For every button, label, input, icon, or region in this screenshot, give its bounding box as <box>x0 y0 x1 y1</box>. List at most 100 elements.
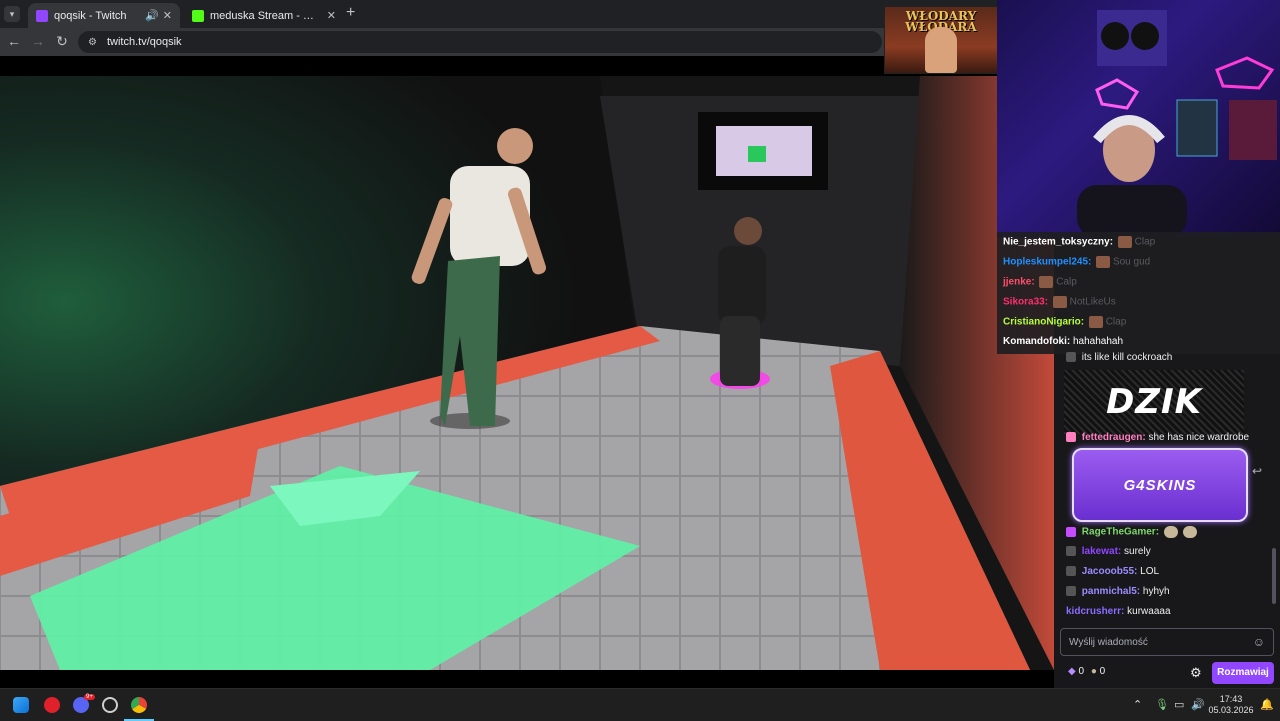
url-text: twitch.tv/qoqsik <box>106 36 182 48</box>
back-arrow-icon[interactable]: ← <box>6 33 22 49</box>
overlay-chat-faded: NotLikeUs <box>1069 296 1116 308</box>
neon-boar-sign <box>1095 78 1140 110</box>
steam-icon[interactable] <box>102 697 118 713</box>
chat-username[interactable]: fettedraugen: <box>1082 432 1146 443</box>
video-letterbox-top <box>0 56 1000 76</box>
url-input[interactable]: ⚙ twitch.tv/qoqsik <box>78 31 882 53</box>
emote-icon <box>1088 316 1103 328</box>
clock[interactable]: 17:43 05.03.2026 <box>1206 694 1256 716</box>
chat-message: hyhyh <box>1142 586 1170 597</box>
user-badge-icon <box>1066 527 1076 537</box>
forward-arrow-icon[interactable]: → <box>30 33 46 49</box>
chat-username[interactable]: lakewat: <box>1082 546 1121 557</box>
video-player[interactable] <box>0 76 1054 670</box>
network-icon[interactable]: ▭ <box>1174 698 1184 711</box>
chat-username[interactable]: RageTheGamer: <box>1082 527 1159 538</box>
person-man-pants <box>440 256 500 426</box>
vinyl-record <box>1101 22 1129 50</box>
chevron-up-icon[interactable]: ⌃ <box>1133 698 1142 711</box>
chat-input[interactable]: Wyślij wiadomość ☺ <box>1060 628 1274 656</box>
chat-username[interactable]: panmichal5: <box>1082 586 1140 597</box>
channel-points-icon: ● <box>1090 666 1097 677</box>
sponsor-banner-text: G4SKINS <box>1123 476 1197 494</box>
tab-twitch[interactable]: qoqsik - Twitch 🔊 ✕ <box>28 3 180 28</box>
overlay-chat-user: Komandofoki: <box>1003 336 1071 347</box>
chat-line: kidcrusherr: kurwaaaa <box>1066 606 1171 617</box>
emote-icon <box>1182 526 1197 538</box>
chat-line: Jacooob55: LOL <box>1066 566 1159 577</box>
person-woman-head <box>734 217 762 245</box>
chat-username[interactable]: kidcrusherr: <box>1066 606 1124 617</box>
overlay-chat-faded: Sou gud <box>1112 256 1151 268</box>
kick-favicon-icon <box>192 9 204 22</box>
speaker-icon[interactable]: 🔊 <box>145 9 159 22</box>
tab-search-button[interactable]: ▾ <box>4 6 20 22</box>
chat-input-placeholder: Wyślij wiadomość <box>1069 636 1148 648</box>
person-woman-pants <box>720 316 760 386</box>
channel-points[interactable]: ◆ 0 ● 0 <box>1068 666 1105 677</box>
site-info-icon[interactable]: ⚙ <box>88 37 97 48</box>
user-badge-icon <box>1066 352 1076 363</box>
chat-send-button[interactable]: Rozmawiaj <box>1212 662 1274 684</box>
overlay-character <box>925 27 957 73</box>
user-badge-icon <box>1066 566 1076 577</box>
stream-chat-overlay: Nie_jestem_toksyczny: Clap Hopleskumpel2… <box>997 232 1280 354</box>
overlay-chat-faded: Calp <box>1056 276 1077 288</box>
clock-date: 05.03.2026 <box>1208 705 1254 715</box>
close-tab-icon[interactable]: ✕ <box>327 9 336 22</box>
chat-panel: its like kill cockroach DZIK fettedrauge… <box>1054 352 1280 688</box>
reload-icon[interactable]: ↻ <box>54 33 70 50</box>
emote-icon <box>1039 276 1054 288</box>
overlay-chat-message: hahahahah <box>1073 336 1124 347</box>
chat-scrollbar[interactable] <box>1272 548 1276 604</box>
channel-points-count: 0 <box>1099 666 1106 677</box>
plus-icon[interactable]: + <box>346 4 355 22</box>
windows-start-icon[interactable] <box>13 697 29 713</box>
opera-icon[interactable] <box>44 697 60 713</box>
webcam-feed <box>997 0 1280 238</box>
person-woman-top <box>718 246 766 326</box>
sponsor-banner-g4skins[interactable]: G4SKINS <box>1072 448 1248 522</box>
chrome-icon[interactable] <box>131 697 147 713</box>
sponsor-banner-text: DZIK <box>1106 382 1202 422</box>
video-letterbox-bottom <box>0 670 1054 688</box>
shelf-lights <box>1229 100 1277 160</box>
reply-icon[interactable]: ↩ <box>1252 464 1262 478</box>
overlay-chat-line: Hopleskumpel245: Sou gud <box>1003 256 1150 268</box>
streamer-shirt <box>1077 185 1187 238</box>
game-overlay-art: WŁODARY WŁODARA <box>884 6 998 74</box>
volume-icon[interactable]: 🔊 <box>1191 698 1205 711</box>
close-tab-icon[interactable]: ✕ <box>163 9 172 22</box>
microphone-icon[interactable]: 🎙 <box>1155 698 1169 711</box>
chat-line-partial: its like kill cockroach <box>1066 352 1172 363</box>
overlay-chat-line: jjenke: Calp <box>1003 276 1077 288</box>
overlay-chat-faded: Clap <box>1105 316 1127 328</box>
emoji-icon[interactable]: ☺ <box>1253 635 1265 649</box>
user-badge-icon <box>1066 432 1076 443</box>
overlay-chat-user: Nie_jestem_toksyczny: <box>1003 236 1114 248</box>
overlay-chat-faded: Clap <box>1134 236 1156 248</box>
chat-message: its like kill cockroach <box>1081 352 1173 363</box>
webcam-scene <box>1077 10 1277 238</box>
emote-icon <box>1163 526 1178 538</box>
person-man-head <box>497 128 533 164</box>
emote-icon <box>1117 236 1132 248</box>
overlay-chat-line: Komandofoki: hahahahah <box>1003 336 1123 347</box>
notification-bell-icon[interactable]: 🔔 <box>1260 698 1274 711</box>
user-badge-icon <box>1066 586 1076 597</box>
chat-username[interactable]: Jacooob55: <box>1082 566 1138 577</box>
tab-kick[interactable]: meduska Stream - Watch Live on Kick ✕ <box>184 3 344 28</box>
video-frame <box>0 76 1054 670</box>
sponsor-banner-dzik[interactable]: DZIK <box>1064 370 1244 434</box>
chat-line: fettedraugen: she has nice wardrobe <box>1066 432 1249 443</box>
overlay-chat-line: Nie_jestem_toksyczny: Clap <box>1003 236 1155 248</box>
poster <box>1176 99 1218 157</box>
chat-line: panmichal5: hyhyh <box>1066 586 1170 597</box>
chat-settings-gear-icon[interactable]: ⚙ <box>1190 665 1202 681</box>
chat-message: LOL <box>1140 566 1160 577</box>
bits-count: 0 <box>1078 666 1085 677</box>
overlay-chat-user: Hopleskumpel245: <box>1003 256 1092 268</box>
user-badge-icon <box>1066 546 1076 557</box>
neon-boar-sign-2 <box>1215 56 1275 90</box>
discord-notification-badge: 9+ <box>84 694 95 700</box>
